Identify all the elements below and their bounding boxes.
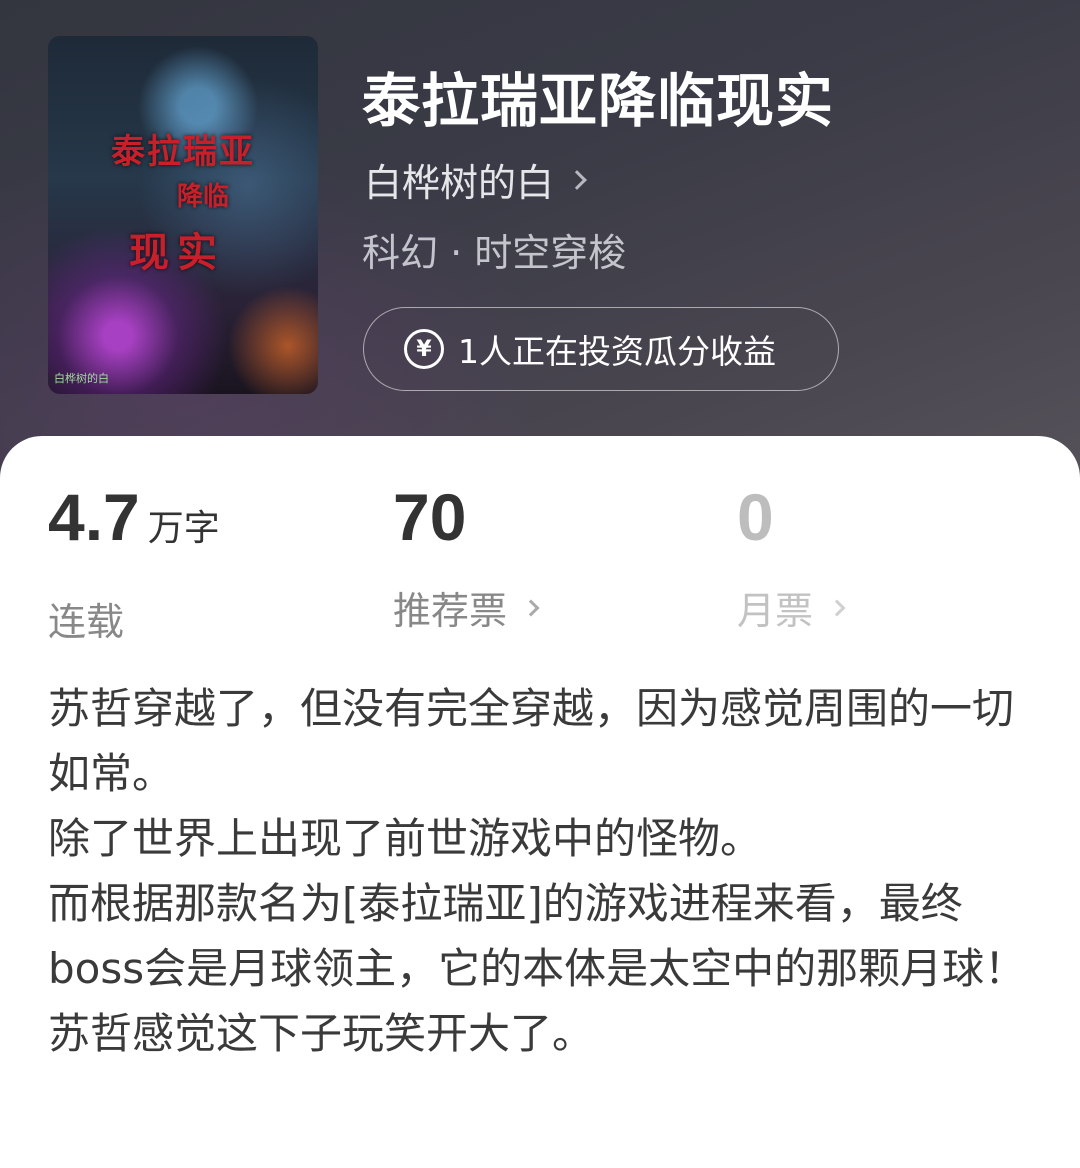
invest-button[interactable]: ¥ 1人正在投资瓜分收益 xyxy=(363,307,839,391)
cover-title-line1: 泰拉瑞亚 xyxy=(111,132,255,172)
synopsis-paragraph: 而根据那款名为[泰拉瑞亚]的游戏进程来看，最终boss会是月球领主，它的本体是太… xyxy=(48,879,1027,993)
yen-circle-icon: ¥ xyxy=(404,329,444,369)
book-title: 泰拉瑞亚降临现实 xyxy=(362,67,835,135)
cover-title-line2: 降临 xyxy=(176,182,229,212)
cover-title-line3: 现实 xyxy=(129,229,225,276)
cover-credit: 白桦树的白 xyxy=(54,372,109,385)
synopsis-paragraph: 苏哲穿越了，但没有完全穿越，因为感觉周围的一切如常。 xyxy=(48,684,1015,798)
monthly-votes-label: 月票 xyxy=(737,589,814,633)
stat-word-count: 4.7 万字 连载 xyxy=(48,482,220,646)
recommend-votes-label: 推荐票 xyxy=(393,589,508,633)
synopsis-paragraph: 除了世界上出现了前世游戏中的怪物。 xyxy=(48,814,763,863)
book-info-card: 4.7 万字 连载 70 推荐票 0 月票 苏哲穿越了，但没有完全穿越，因为感觉周… xyxy=(0,436,1080,1168)
book-synopsis[interactable]: 苏哲穿越了，但没有完全穿越，因为感觉周围的一切如常。 除了世界上出现了前世游戏中… xyxy=(48,676,1038,1066)
stat-recommend-votes[interactable]: 70 推荐票 xyxy=(393,480,540,635)
author-name: 白桦树的白 xyxy=(364,161,555,205)
recommend-votes-value: 70 xyxy=(393,480,467,554)
book-cover-image[interactable]: 泰拉瑞亚 降临 现实 白桦树的白 xyxy=(48,36,318,394)
invest-label: 1人正在投资瓜分收益 xyxy=(458,332,776,371)
genre-tags: 科幻 · 时空穿梭 xyxy=(362,231,627,275)
stat-monthly-votes[interactable]: 0 月票 xyxy=(737,480,846,635)
word-count-value: 4.7 xyxy=(48,480,140,554)
chevron-right-icon xyxy=(522,599,540,616)
book-header: 泰拉瑞亚 降临 现实 白桦树的白 泰拉瑞亚降临现实 白桦树的白 科幻 · 时空穿… xyxy=(0,0,1080,480)
serial-status-label: 连载 xyxy=(48,600,125,644)
chevron-right-icon xyxy=(567,169,587,190)
chevron-right-icon xyxy=(828,599,846,616)
word-count-unit: 万字 xyxy=(147,507,220,548)
author-link[interactable]: 白桦树的白 xyxy=(364,152,587,207)
synopsis-paragraph: 苏哲感觉这下子玩笑开大了。 xyxy=(48,1009,595,1058)
monthly-votes-value: 0 xyxy=(737,480,774,554)
